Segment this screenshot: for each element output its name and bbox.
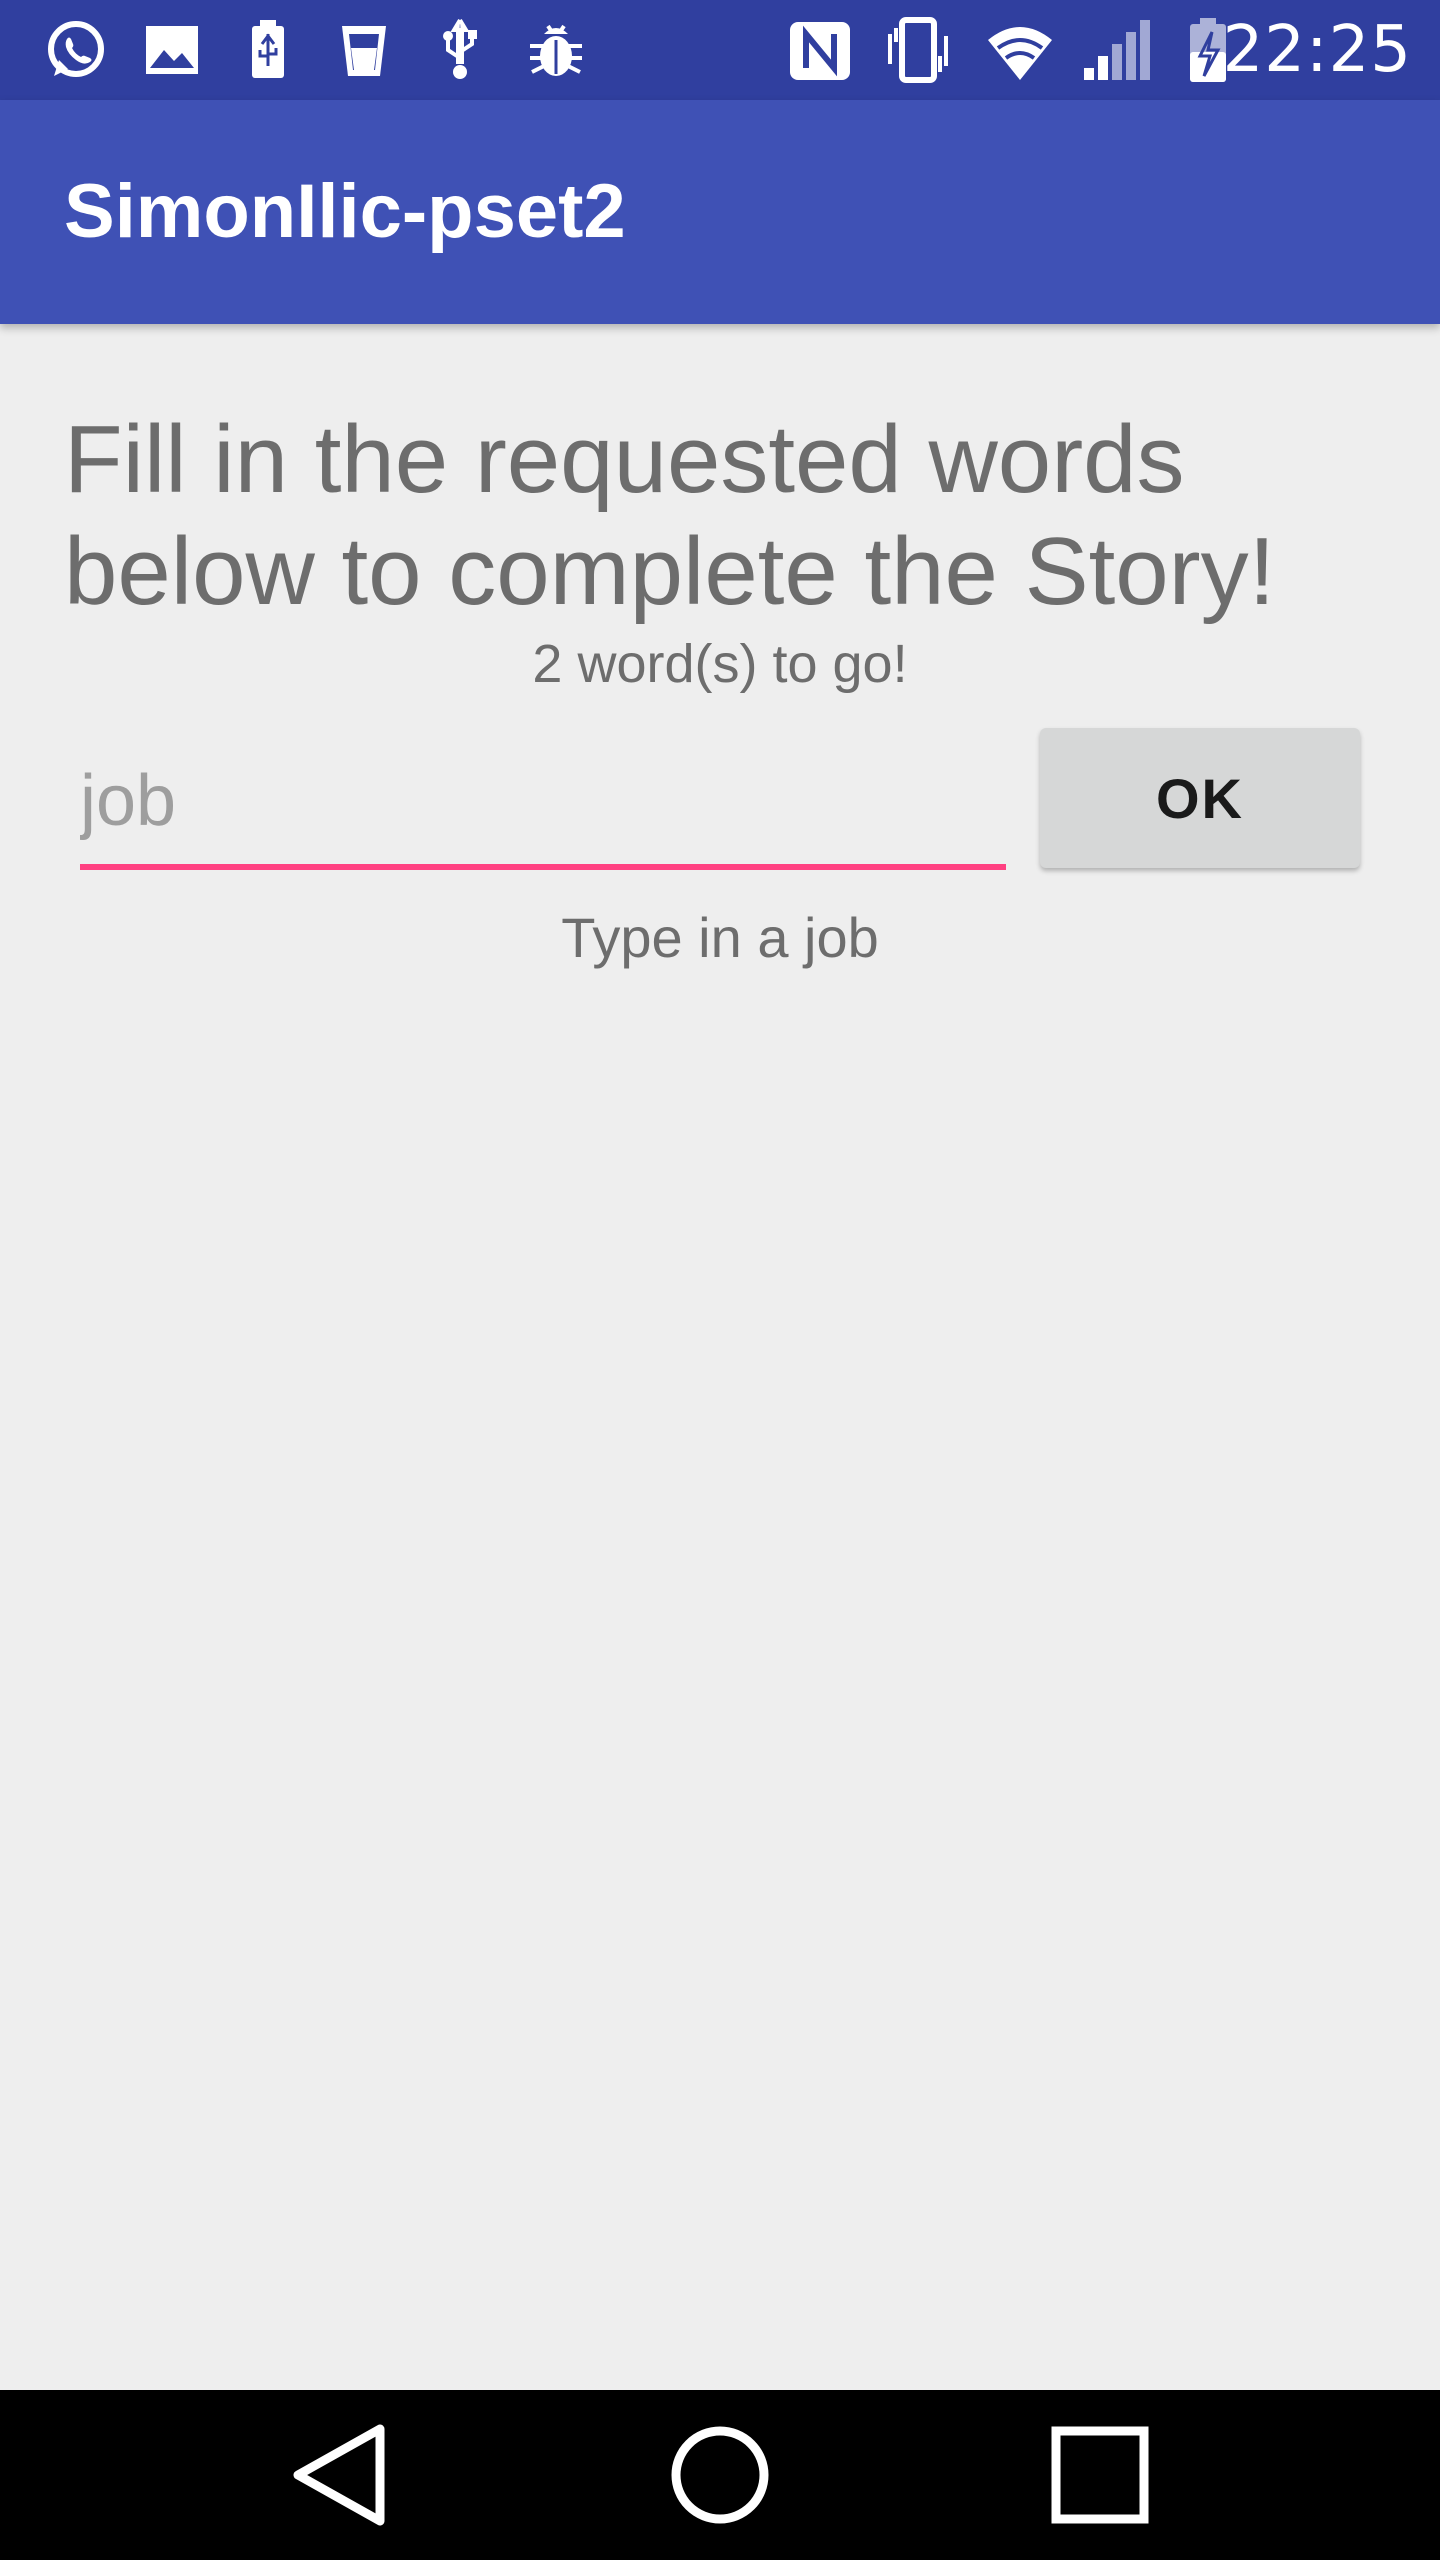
image-icon (136, 14, 208, 86)
usb-icon (424, 14, 496, 86)
status-time: 22:25 (1222, 13, 1412, 87)
words-remaining-counter: 2 word(s) to go! (532, 634, 908, 694)
ok-button[interactable]: OK (1040, 728, 1360, 868)
home-icon[interactable] (660, 2415, 780, 2535)
cup-icon (328, 14, 400, 86)
back-icon[interactable] (280, 2415, 400, 2535)
status-bar: 22:25 (0, 0, 1440, 100)
signal-icon (1080, 14, 1152, 86)
nfc-icon (784, 14, 856, 86)
word-hint: Type in a job (561, 906, 879, 969)
instruction-heading: Fill in the requested words below to com… (64, 406, 1276, 625)
battery-usb-icon (232, 14, 304, 86)
navigation-bar (0, 2390, 1440, 2560)
whatsapp-icon (40, 14, 112, 86)
app-title: SimonIlic-pset2 (64, 169, 626, 254)
recents-icon[interactable] (1040, 2415, 1160, 2535)
debug-bug-icon (520, 14, 592, 86)
word-input[interactable] (80, 746, 1006, 870)
wifi-icon (984, 14, 1056, 86)
app-bar: SimonIlic-pset2 (0, 100, 1440, 324)
vibrate-icon (882, 14, 954, 86)
main-content: Fill in the requested words below to com… (0, 324, 1440, 2390)
